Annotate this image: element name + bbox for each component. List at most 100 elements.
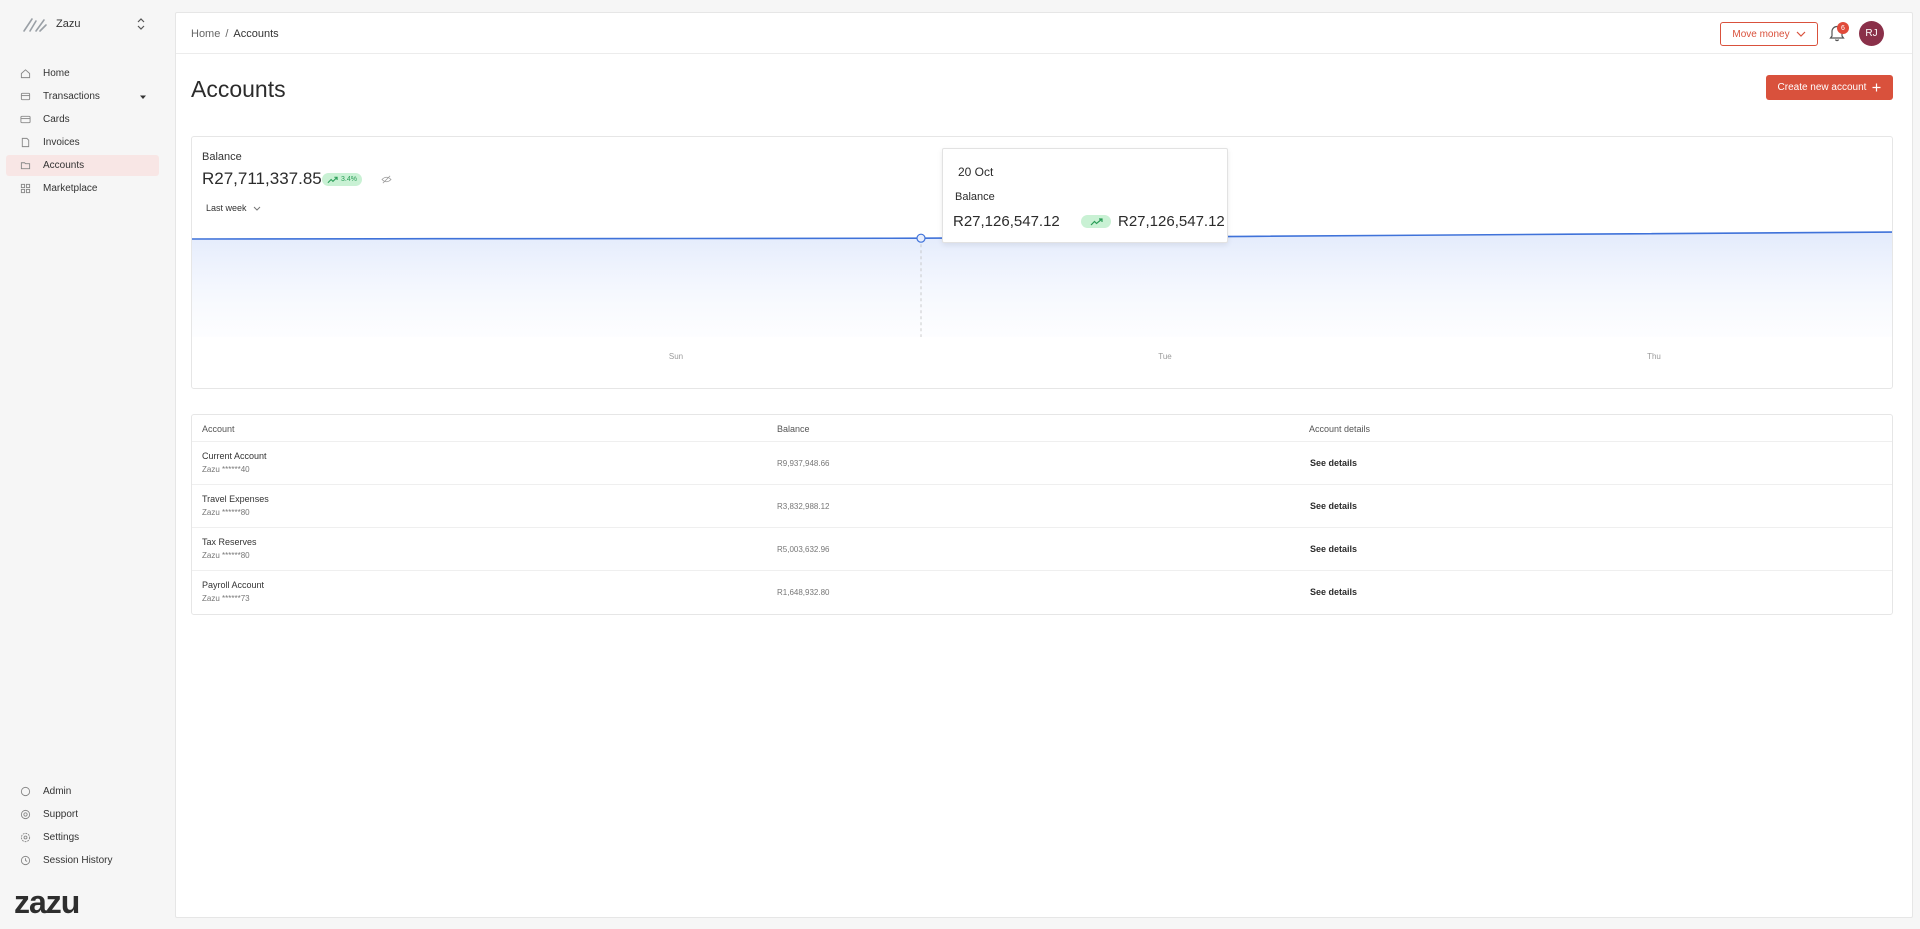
table-row: Payroll Account Zazu ******73 R1,648,932…: [192, 571, 1892, 614]
invoice-icon: [20, 137, 31, 148]
page-title: Accounts: [191, 76, 286, 102]
top-bar: Home / Accounts Move money 6 RJ: [176, 13, 1912, 54]
chevron-updown-icon: [137, 17, 145, 30]
sidebar-item-label: Accounts: [43, 160, 85, 171]
tooltip-value-secondary: R27,126,547.12: [1118, 213, 1225, 230]
sidebar-item-admin[interactable]: Admin: [6, 781, 159, 802]
account-name: Tax Reserves: [202, 537, 257, 547]
avatar[interactable]: RJ: [1859, 21, 1884, 46]
sidebar-item-label: Home: [43, 68, 70, 79]
tooltip-label: Balance: [955, 191, 995, 203]
balance-value: R27,711,337.85: [202, 169, 322, 188]
accounts-table: Account Balance Account details Current …: [191, 414, 1893, 615]
create-account-label: Create new account: [1777, 82, 1867, 93]
account-name: Travel Expenses: [202, 494, 269, 504]
eye-off-icon[interactable]: [381, 175, 392, 184]
balance-change: 3.4%: [341, 176, 357, 183]
notification-badge: 6: [1837, 22, 1849, 34]
trend-up-icon: [327, 176, 338, 183]
account-number: Zazu ******80: [202, 508, 250, 517]
transactions-icon: [20, 91, 31, 102]
balance-label: Balance: [202, 151, 242, 163]
breadcrumb-current: Accounts: [233, 28, 279, 40]
sidebar-item-session-history[interactable]: Session History: [6, 850, 159, 871]
chart-tooltip: 20 Oct Balance R27,126,547.12 R27,126,54…: [942, 148, 1228, 243]
sidebar-item-label: Admin: [43, 786, 72, 797]
table-header: Account Balance Account details: [192, 415, 1892, 442]
notifications-button[interactable]: 6: [1828, 22, 1849, 45]
card-icon: [20, 114, 31, 125]
sidebar-item-cards[interactable]: Cards: [6, 109, 159, 130]
sidebar-item-label: Marketplace: [43, 183, 98, 194]
column-header-account: Account: [202, 424, 235, 434]
chevron-down-icon: [1796, 31, 1806, 37]
sidebar-item-support[interactable]: Support: [6, 804, 159, 825]
sidebar-item-accounts[interactable]: Accounts: [6, 155, 159, 176]
account-balance: R1,648,932.80: [777, 588, 830, 597]
breadcrumb: Home / Accounts: [191, 28, 279, 40]
account-name: Payroll Account: [202, 580, 265, 590]
see-details-button[interactable]: See details: [1310, 544, 1357, 554]
balance-card: Sun Tue Thu Balance R27,711,337.85 3.4% La…: [191, 136, 1893, 389]
breadcrumb-home[interactable]: Home: [191, 28, 220, 40]
account-number: Zazu ******80: [202, 551, 250, 560]
accounts-icon: [20, 160, 31, 171]
date-range-value: Last week: [206, 203, 247, 213]
sidebar-item-marketplace[interactable]: Marketplace: [6, 178, 159, 199]
tooltip-date: 20 Oct: [958, 165, 994, 179]
sidebar-item-label: Support: [43, 809, 79, 820]
chevron-down-icon: [253, 206, 260, 211]
sidebar-item-home[interactable]: Home: [6, 63, 159, 84]
sidebar-item-invoices[interactable]: Invoices: [6, 132, 159, 153]
sidebar-bottom-nav: Admin Support Settings Session History: [6, 781, 159, 873]
x-tick-label: Tue: [1158, 352, 1172, 361]
see-details-button[interactable]: See details: [1310, 587, 1357, 597]
account-number: Zazu ******73: [202, 594, 250, 603]
org-switcher[interactable]: Zazu: [14, 10, 154, 37]
balance-change-badge: 3.4%: [322, 173, 362, 186]
tooltip-trend-badge: [1081, 215, 1111, 228]
support-icon: [20, 809, 31, 820]
gear-icon: [20, 832, 31, 843]
sidebar-item-label: Cards: [43, 114, 70, 125]
account-number: Zazu ******40: [202, 465, 250, 474]
tooltip-value: R27,126,547.12: [953, 213, 1060, 230]
table-row: Tax Reserves Zazu ******80 R5,003,632.96…: [192, 528, 1892, 571]
grid-icon: [20, 183, 31, 194]
date-range-select[interactable]: Last week: [202, 199, 265, 217]
main-panel: Home / Accounts Move money 6 RJ Accounts…: [175, 12, 1913, 918]
sidebar-item-settings[interactable]: Settings: [6, 827, 159, 848]
data-point[interactable]: [916, 233, 926, 243]
org-name: Zazu: [56, 17, 81, 30]
breadcrumb-separator: /: [225, 28, 229, 40]
sidebar-item-label: Transactions: [43, 91, 100, 102]
admin-icon: [20, 786, 31, 797]
account-balance: R3,832,988.12: [777, 502, 830, 511]
sidebar-item-label: Settings: [43, 832, 80, 843]
account-balance: R9,937,948.66: [777, 459, 830, 468]
clock-icon: [20, 855, 31, 866]
see-details-button[interactable]: See details: [1310, 501, 1357, 511]
move-money-button[interactable]: Move money: [1720, 22, 1818, 46]
sidebar-nav: Home Transactions Cards Invoices Account…: [6, 63, 159, 201]
move-money-label: Move money: [1732, 28, 1790, 40]
see-details-button[interactable]: See details: [1310, 458, 1357, 468]
zazu-wordmark: zazu: [14, 884, 80, 920]
caret-down-icon[interactable]: [139, 93, 147, 101]
sidebar-item-label: Invoices: [43, 137, 80, 148]
plus-icon: [1872, 83, 1881, 92]
home-icon: [20, 68, 31, 79]
table-row: Current Account Zazu ******40 R9,937,948…: [192, 442, 1892, 485]
sidebar: Zazu Home Transactions Cards Invoices Ac…: [0, 0, 174, 929]
sidebar-item-transactions[interactable]: Transactions: [6, 86, 159, 107]
trend-up-icon: [1090, 217, 1103, 225]
zazu-logo-icon: [23, 17, 47, 32]
column-header-details: Account details: [1309, 424, 1371, 434]
account-name: Current Account: [202, 451, 267, 461]
column-header-balance: Balance: [777, 424, 810, 434]
account-balance: R5,003,632.96: [777, 545, 830, 554]
sidebar-item-label: Session History: [43, 855, 113, 866]
x-tick-label: Thu: [1647, 352, 1661, 361]
create-account-button[interactable]: Create new account: [1766, 75, 1893, 100]
balance-area: [192, 232, 1892, 337]
